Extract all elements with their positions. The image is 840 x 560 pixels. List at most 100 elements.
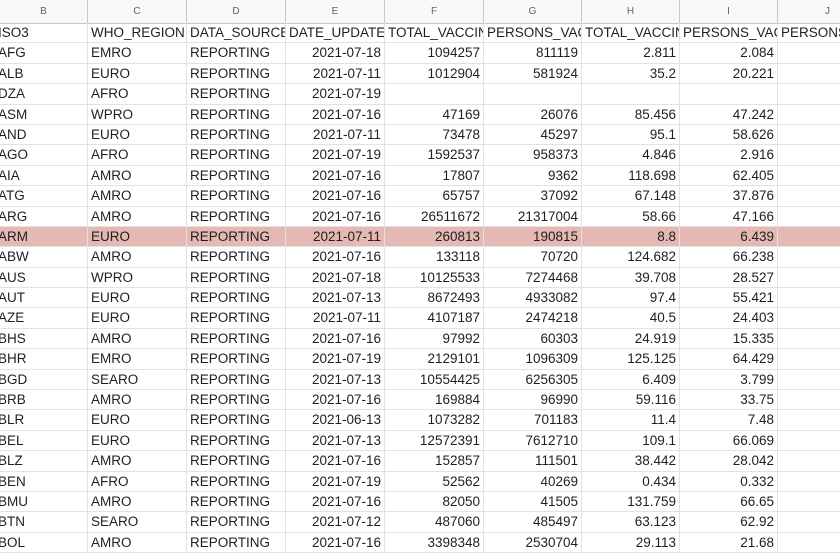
table-cell[interactable]: 2021-07-13	[286, 430, 385, 451]
table-cell[interactable]: 4107187	[385, 308, 484, 328]
table-cell[interactable]: REPORTING	[187, 104, 286, 124]
table-cell[interactable]: REPORTING	[187, 471, 286, 491]
table-cell[interactable]: ARG	[0, 206, 88, 226]
table-cell[interactable]: 0.434	[582, 471, 680, 491]
column-letter-b[interactable]: B	[0, 0, 88, 23]
table-cell[interactable]: AMRO	[88, 532, 187, 553]
table-cell[interactable]: REPORTING	[187, 308, 286, 328]
table-cell[interactable]: 2.916	[680, 145, 778, 165]
table-cell[interactable]: 1094257	[385, 43, 484, 63]
table-cell[interactable]: 65757	[385, 186, 484, 206]
header-cell[interactable]: PERSONS_VACCINATED	[680, 23, 778, 43]
table-cell[interactable]: AMRO	[88, 247, 187, 267]
table-cell[interactable]: 131.759	[582, 491, 680, 512]
table-cell[interactable]	[778, 390, 840, 409]
table-cell[interactable]: 2021-06-13	[286, 410, 385, 430]
table-cell[interactable]: AFRO	[88, 471, 187, 491]
table-cell[interactable]: 58.626	[680, 124, 778, 145]
table-cell[interactable]: BOL	[0, 532, 88, 553]
table-cell[interactable]: 2021-07-11	[286, 63, 385, 84]
table-cell[interactable]: 118.698	[582, 165, 680, 186]
table-cell[interactable]: WPRO	[88, 104, 187, 124]
header-cell[interactable]: PERSONS_VAC	[778, 23, 840, 42]
table-cell[interactable]: AMRO	[88, 390, 187, 410]
column-letter-g[interactable]: G	[484, 0, 582, 23]
table-cell[interactable]: REPORTING	[187, 165, 286, 186]
table-cell[interactable]: 16	[778, 308, 840, 327]
table-cell[interactable]: 2021-07-16	[286, 491, 385, 512]
table-cell[interactable]: 28.042	[680, 451, 778, 471]
table-cell[interactable]: REPORTING	[187, 145, 286, 165]
table-cell[interactable]: 125.125	[582, 349, 680, 369]
column-letter-c[interactable]: C	[88, 0, 187, 23]
table-cell[interactable]: AMRO	[88, 165, 187, 186]
table-cell[interactable]: BLR	[0, 410, 88, 430]
table-cell[interactable]: 24.403	[680, 308, 778, 328]
table-cell[interactable]: REPORTING	[187, 390, 286, 410]
table-cell[interactable]: 485497	[484, 512, 582, 532]
table-cell[interactable]: 46	[778, 431, 840, 450]
table-cell[interactable]: EURO	[88, 124, 187, 145]
table-cell[interactable]	[778, 472, 840, 491]
table-cell[interactable]: REPORTING	[187, 349, 286, 369]
header-cell[interactable]: WHO_REGION	[88, 23, 187, 43]
table-cell[interactable]: 6256305	[484, 369, 582, 390]
table-cell[interactable]: REPORTING	[187, 206, 286, 226]
table-cell[interactable]: 260813	[385, 226, 484, 247]
table-cell[interactable]: 28	[778, 268, 840, 287]
table-cell[interactable]: AMRO	[88, 206, 187, 226]
table-cell[interactable]: AMRO	[88, 451, 187, 471]
table-cell[interactable]	[484, 84, 582, 104]
table-cell[interactable]: REPORTING	[187, 226, 286, 247]
table-cell[interactable]: 2129101	[385, 349, 484, 369]
table-cell[interactable]: BEL	[0, 430, 88, 451]
table-cell[interactable]: REPORTING	[187, 63, 286, 84]
table-cell[interactable]: 97.4	[582, 288, 680, 308]
table-cell[interactable]: REPORTING	[187, 369, 286, 390]
table-cell[interactable]: 2021-07-19	[286, 471, 385, 491]
table-cell[interactable]: 10554425	[385, 369, 484, 390]
table-cell[interactable]	[778, 451, 840, 470]
table-cell[interactable]: AGO	[0, 145, 88, 165]
table-cell[interactable]: BMU	[0, 491, 88, 512]
table-cell[interactable]: AUT	[0, 288, 88, 308]
column-letter-f[interactable]: F	[385, 0, 484, 23]
table-cell[interactable]: 29.113	[582, 532, 680, 553]
table-cell[interactable]: REPORTING	[187, 430, 286, 451]
table-cell[interactable]: 109.1	[582, 430, 680, 451]
table-cell[interactable]: 42	[778, 370, 840, 389]
table-cell[interactable]: 38.442	[582, 451, 680, 471]
table-cell[interactable]: EMRO	[88, 349, 187, 369]
table-cell[interactable]	[778, 329, 840, 348]
table-cell[interactable]: REPORTING	[187, 532, 286, 553]
table-cell[interactable]: 2021-07-16	[286, 532, 385, 553]
table-cell[interactable]: 26511672	[385, 206, 484, 226]
table-cell[interactable]: REPORTING	[187, 328, 286, 349]
table-cell[interactable]: REPORTING	[187, 267, 286, 288]
table-cell[interactable]: 190815	[484, 226, 582, 247]
table-cell[interactable]: 2021-07-13	[286, 288, 385, 308]
table-cell[interactable]: 47.166	[680, 206, 778, 226]
table-cell[interactable]: 35.2	[582, 63, 680, 84]
header-cell[interactable]: DATE_UPDATED	[286, 23, 385, 43]
table-cell[interactable]: SEARO	[88, 369, 187, 390]
table-cell[interactable]: 2021-07-16	[286, 451, 385, 471]
table-cell[interactable]: 63.123	[582, 512, 680, 532]
table-cell[interactable]: 64.429	[680, 349, 778, 369]
table-cell[interactable]	[778, 84, 840, 103]
table-cell[interactable]: AMRO	[88, 186, 187, 206]
table-cell[interactable]: 66.65	[680, 491, 778, 512]
table-cell[interactable]: 51	[778, 207, 840, 226]
table-cell[interactable]: 2021-07-18	[286, 267, 385, 288]
table-cell[interactable]: 2021-07-11	[286, 308, 385, 328]
table-cell[interactable]: 2	[778, 43, 840, 62]
table-cell[interactable]: 62.405	[680, 165, 778, 186]
table-cell[interactable]: 3	[778, 410, 840, 429]
column-letter-h[interactable]: H	[582, 0, 680, 23]
table-cell[interactable]: 39.708	[582, 267, 680, 288]
table-cell[interactable]: 0.332	[680, 471, 778, 491]
table-cell[interactable]: 6.409	[582, 369, 680, 390]
table-cell[interactable]: REPORTING	[187, 124, 286, 145]
table-cell[interactable]: SEARO	[88, 512, 187, 532]
table-cell[interactable]: EURO	[88, 308, 187, 328]
